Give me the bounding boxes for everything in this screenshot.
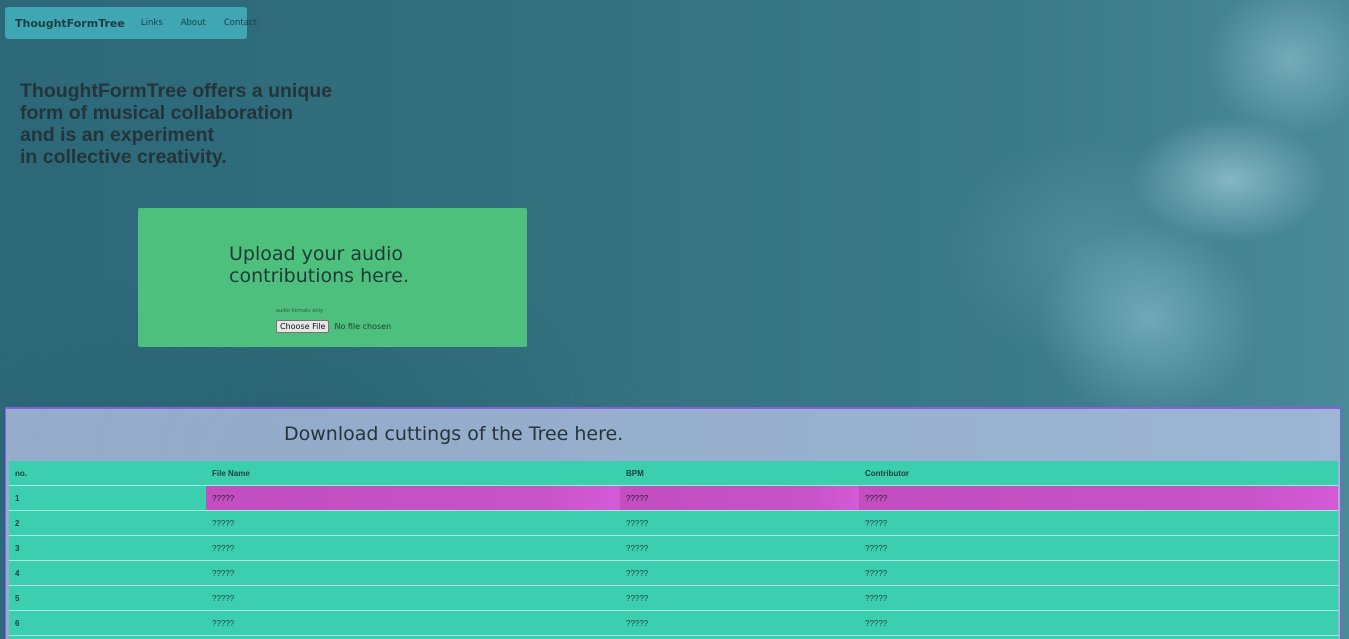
upload-title-line1: Upload your audio (229, 243, 404, 265)
file-name-cell[interactable]: ????? (206, 535, 620, 561)
table-row[interactable]: 4 ????? ????? ????? (9, 560, 1338, 586)
bpm-cell: ????? (620, 535, 859, 561)
hero-line: and is an experiment (20, 124, 214, 146)
choose-file-button[interactable]: Choose File (276, 320, 330, 333)
file-name-cell[interactable]: ????? (206, 510, 620, 536)
row-number: 3 (9, 535, 206, 561)
file-name-cell[interactable]: ????? (206, 585, 620, 611)
contributor-cell: ????? (859, 635, 1338, 639)
bpm-cell: ????? (620, 485, 859, 511)
table-row[interactable]: 5 ????? ????? ????? (9, 585, 1338, 611)
row-number: 4 (9, 560, 206, 586)
table-header-row: no. File Name BPM Contributor (9, 461, 1338, 486)
hero-tagline: ThoughtFormTree offers a unique form of … (20, 80, 420, 168)
contributor-cell: ????? (859, 485, 1338, 511)
bpm-cell: ????? (620, 585, 859, 611)
row-number: 1 (9, 485, 206, 511)
nav-link-about[interactable]: About (181, 18, 206, 28)
file-status: No file chosen (334, 322, 392, 331)
file-name-cell[interactable]: ????? (206, 635, 620, 639)
row-number: 7 (9, 635, 206, 639)
download-title: Download cuttings of the Tree here. (284, 423, 624, 445)
upload-hint: audio formats only (276, 308, 323, 314)
row-number: 5 (9, 585, 206, 611)
upload-title: Upload your audio contributions here. (229, 243, 489, 287)
file-input[interactable]: Choose File No file chosen (276, 320, 391, 333)
table-row[interactable]: 7 ????? ????? ????? (9, 635, 1338, 639)
top-navbar: ThoughtFormTree Links About Contact (5, 7, 257, 39)
table-row[interactable]: 3 ????? ????? ????? (9, 535, 1338, 561)
bpm-cell: ????? (620, 610, 859, 636)
nav-link-contact[interactable]: Contact (224, 18, 257, 28)
hero-line: in collective creativity. (20, 146, 227, 168)
bpm-cell: ????? (620, 510, 859, 536)
contributor-cell: ????? (859, 610, 1338, 636)
table-row[interactable]: 1 ????? ????? ????? (9, 485, 1338, 511)
nav-link-links[interactable]: Links (141, 18, 163, 28)
bpm-cell: ????? (620, 635, 859, 639)
column-header-file-name: File Name (206, 461, 620, 486)
download-panel: Download cuttings of the Tree here. no. … (5, 407, 1341, 639)
column-header-contributor: Contributor (859, 461, 1338, 486)
table-row[interactable]: 2 ????? ????? ????? (9, 510, 1338, 536)
hero-line: form of musical collaboration (20, 102, 294, 124)
upload-title-line2: contributions here. (229, 265, 409, 287)
contributor-cell: ????? (859, 585, 1338, 611)
column-header-no: no. (9, 461, 206, 486)
column-header-bpm: BPM (620, 461, 859, 486)
contributor-cell: ????? (859, 535, 1338, 561)
tracks-table: no. File Name BPM Contributor 1 ????? ??… (9, 461, 1338, 639)
contributor-cell: ????? (859, 510, 1338, 536)
brand-link[interactable]: ThoughtFormTree (15, 17, 125, 30)
table-row[interactable]: 6 ????? ????? ????? (9, 610, 1338, 636)
contributor-cell: ????? (859, 560, 1338, 586)
bpm-cell: ????? (620, 560, 859, 586)
file-name-cell[interactable]: ????? (206, 485, 620, 511)
hero-line: ThoughtFormTree offers a unique (20, 80, 333, 102)
row-number: 2 (9, 510, 206, 536)
upload-panel: Upload your audio contributions here. au… (138, 208, 527, 347)
file-name-cell[interactable]: ????? (206, 610, 620, 636)
file-name-cell[interactable]: ????? (206, 560, 620, 586)
row-number: 6 (9, 610, 206, 636)
